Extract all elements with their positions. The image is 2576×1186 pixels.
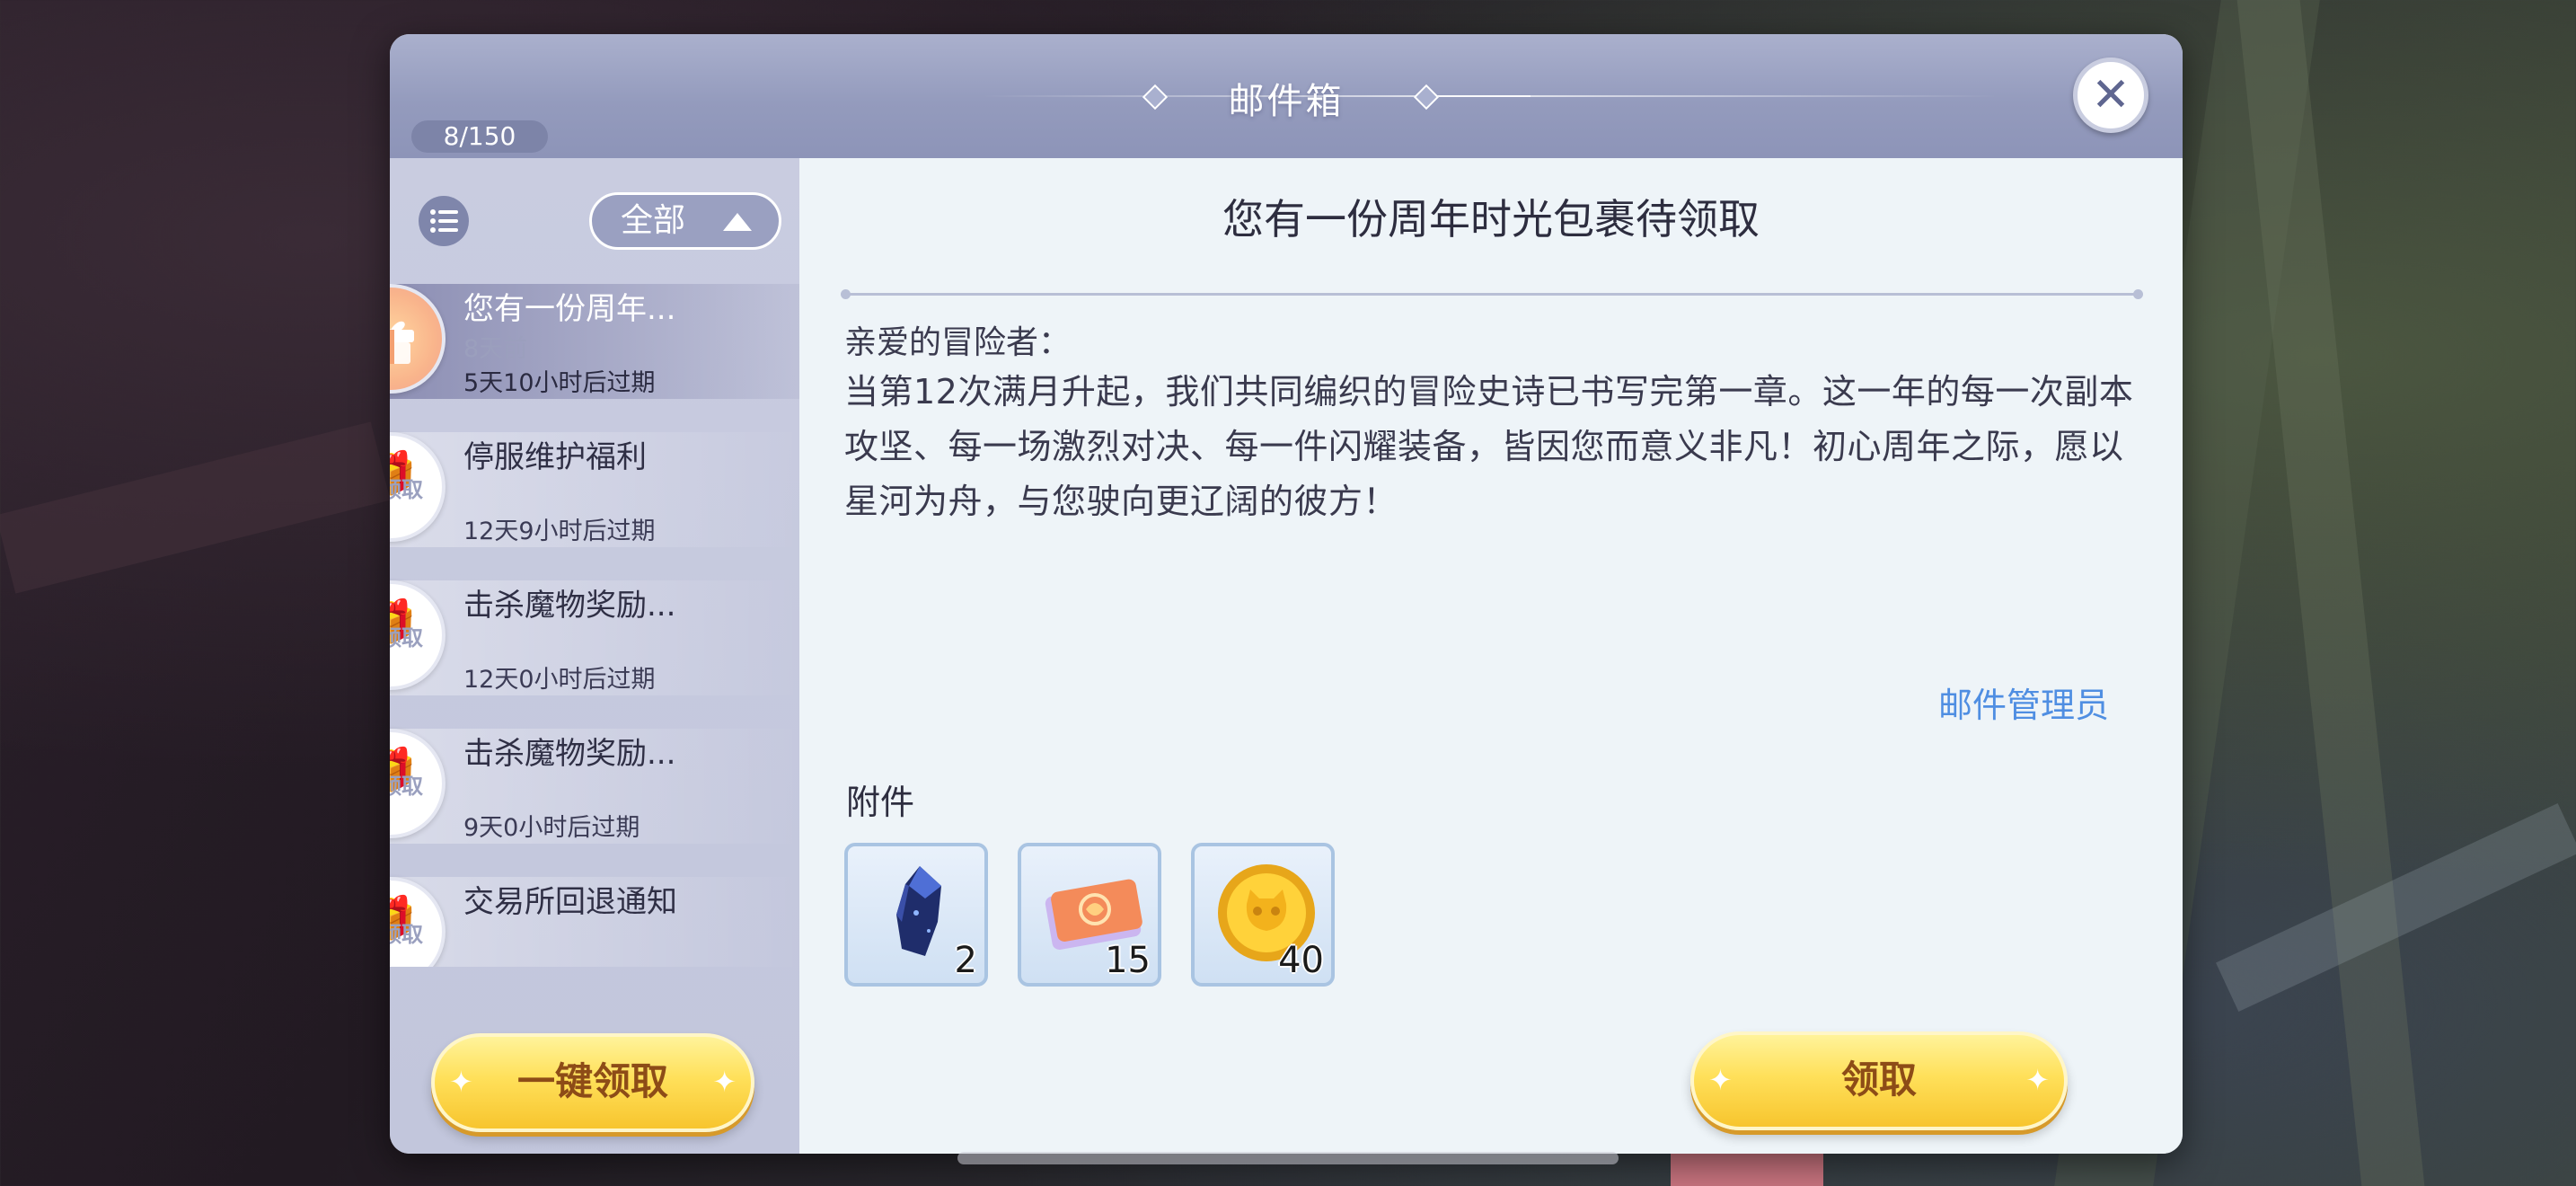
mail-count-badge: 8/150	[411, 120, 548, 153]
mail-signature: 邮件管理员	[1937, 686, 2109, 725]
mail-age: 8天前	[463, 335, 528, 363]
heading-divider	[841, 289, 2143, 299]
attachment-quantity: 40	[1278, 940, 1324, 981]
claim-all-label: 一键领取	[516, 1059, 668, 1103]
mail-list-item[interactable]: 🎁 已领取 交易所回退通知	[390, 877, 801, 967]
attachment-list: 2 15 40	[844, 843, 1383, 987]
mail-title: 击杀魔物奖励...	[463, 736, 676, 772]
attachments-label: 附件	[846, 783, 915, 822]
filter-label: 全部	[621, 202, 686, 239]
chevron-up-icon	[723, 213, 752, 231]
attachment-item[interactable]: 15	[1018, 843, 1161, 987]
mail-title: 您有一份周年...	[463, 291, 676, 327]
mail-content: 您有一份周年时光包裹待领取 亲爱的冒险者： 当第12次满月升起，我们共同编织的冒…	[799, 158, 2183, 1154]
list-view-button[interactable]	[419, 196, 469, 246]
mail-expiry: 12天9小时后过期	[463, 518, 656, 545]
sparkle-icon: ✦	[2025, 1063, 2050, 1097]
background-beam	[2236, 0, 2425, 1186]
mail-heading: 您有一份周年时光包裹待领取	[1222, 195, 1760, 243]
attachment-item[interactable]: 2	[844, 843, 988, 987]
mail-title: 击杀魔物奖励...	[463, 588, 676, 624]
mail-list-item[interactable]: 您有一份周年... 8天前 5天10小时后过期	[390, 284, 801, 410]
close-button[interactable]: ✕	[2073, 58, 2148, 133]
home-indicator[interactable]	[957, 1152, 1619, 1164]
mail-expiry: 5天10小时后过期	[463, 369, 656, 397]
background-beam	[0, 421, 391, 594]
close-icon: ✕	[2091, 68, 2130, 122]
claim-all-button[interactable]: ✦ 一键领取 ✦	[431, 1033, 754, 1132]
attachment-item[interactable]: 40	[1191, 843, 1335, 987]
attachment-quantity: 2	[954, 940, 977, 981]
filter-dropdown[interactable]: 全部	[589, 192, 781, 250]
sparkle-icon: ✦	[449, 1065, 473, 1099]
sparkle-icon: ✦	[712, 1065, 737, 1099]
attachment-quantity: 15	[1105, 940, 1151, 981]
sparkle-icon: ✦	[1708, 1063, 1733, 1097]
mail-expiry: 12天0小时后过期	[463, 666, 656, 694]
mail-expiry: 9天0小时后过期	[463, 814, 640, 842]
claim-button[interactable]: ✦ 领取 ✦	[1690, 1031, 2068, 1130]
claim-label: 领取	[1840, 1058, 1917, 1102]
dialog-header: 邮件箱 8/150 ✕	[390, 34, 2183, 158]
mail-greeting: 亲爱的冒险者：	[844, 324, 1072, 361]
dialog-title: 邮件箱	[1228, 81, 1345, 122]
mailbox-dialog: 邮件箱 8/150 ✕ 全部 您有一份周年... 8天前 5天10小时后过期 🎁…	[390, 34, 2183, 1154]
mail-list-item[interactable]: 🎁 已领取 击杀魔物奖励... 12天0小时后过期	[390, 580, 801, 706]
mail-list: 您有一份周年... 8天前 5天10小时后过期 🎁 已领取 停服维护福利 12天…	[390, 284, 801, 967]
mail-title: 交易所回退通知	[463, 884, 677, 920]
mail-sidebar: 全部 您有一份周年... 8天前 5天10小时后过期 🎁 领取 停服维护福利 1…	[390, 158, 801, 1154]
mail-title: 停服维护福利	[463, 439, 647, 475]
list-icon	[430, 209, 458, 233]
mail-list-item[interactable]: 🎁 已领取 停服维护福利 12天9小时后过期	[390, 432, 801, 558]
mail-list-item[interactable]: 🎁 已领取 击杀魔物奖励... 9天0小时后过期	[390, 729, 801, 854]
mail-body: 当第12次满月升起，我们共同编织的冒险史诗已书写完第一章。这一年的每一次副本攻坚…	[844, 372, 2134, 521]
